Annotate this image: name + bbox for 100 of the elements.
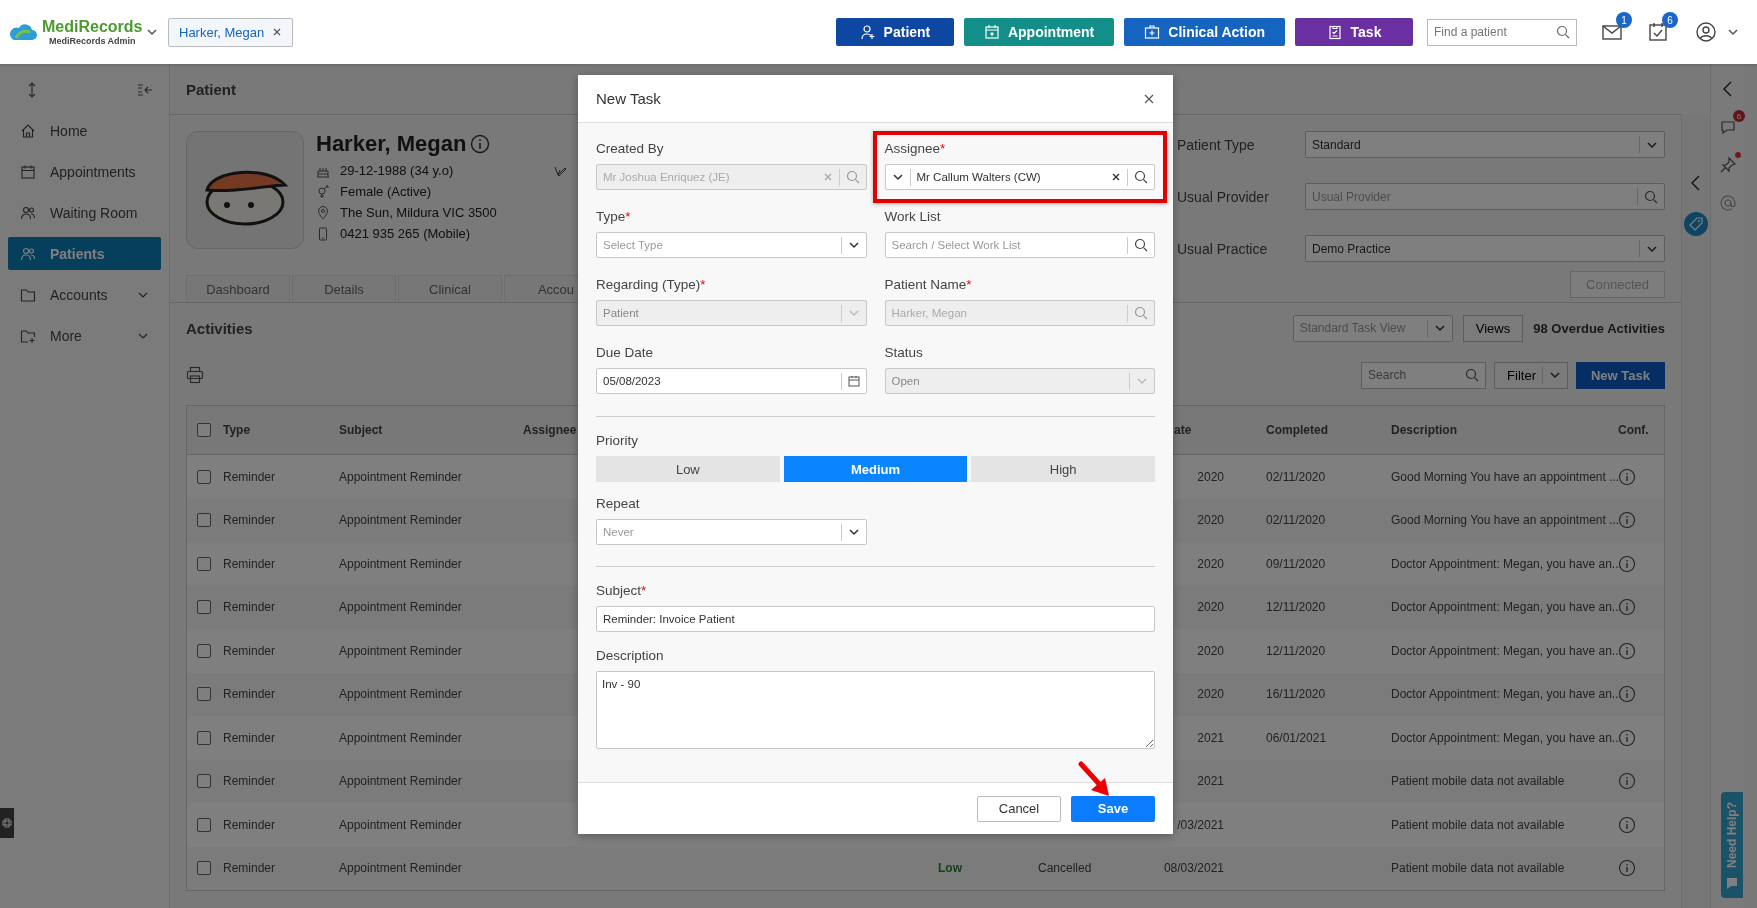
close-icon[interactable] [272,27,283,37]
info-icon[interactable] [1618,511,1636,530]
priority-option[interactable]: Medium [783,456,968,482]
brand-name[interactable]: MediRecords [42,18,143,36]
quick-action-button[interactable]: Patient [835,18,954,46]
table-cell-text: Appointment Reminder [338,861,463,876]
at-sign-icon[interactable] [1719,194,1737,212]
form-field[interactable]: 05/08/2023 [596,368,867,394]
close-icon[interactable] [1143,92,1155,105]
row-checkbox[interactable] [197,774,211,789]
patient-detail: The Sun, Mildura VIC 3500 [340,205,497,220]
calendar-icon [20,163,36,180]
quick-action-button[interactable]: Clinical Action [1124,18,1285,46]
description-input[interactable]: Inv - 90 [596,671,1155,749]
pin-icon[interactable] [1719,156,1737,174]
caret-icon[interactable] [1727,26,1739,38]
form-field[interactable]: Mr Callum Walters (CW) [884,164,1155,190]
table-cell-text: Reminder [222,643,277,658]
checkbox[interactable] [197,423,211,437]
column-header[interactable]: Description [1389,423,1616,437]
patient-search-field[interactable]: Find a patient [1427,18,1577,46]
sidebar-item[interactable]: Home [8,114,161,147]
form-field[interactable]: Search / Select Work List [884,232,1155,258]
table-cell-text: Appointment Reminder [338,600,463,615]
views-button[interactable]: Views [1462,314,1524,342]
table-cell: 2020 [1197,687,1224,702]
table-cell-text: Appointment Reminder [338,774,463,789]
tag-button[interactable] [1684,212,1708,236]
table-cell-text: Reminder [222,730,277,745]
collapse-sidebar-icon[interactable] [137,82,153,98]
sidebar-item[interactable]: Appointments [8,155,161,188]
row-checkbox[interactable] [197,513,211,528]
task-list-icon[interactable] [1647,21,1669,43]
search-icon[interactable] [1134,170,1148,184]
table-cell: Patient mobile data not available [1391,774,1565,789]
chat-icon[interactable] [1719,118,1737,136]
side-widget[interactable] [0,808,14,838]
column-header[interactable]: Conf. [1616,423,1666,437]
row-checkbox[interactable] [197,600,211,615]
help-tab[interactable]: Need Help? [1721,792,1743,898]
activity-search-field[interactable]: Search [1361,361,1487,389]
table-cell: Doctor Appointment: Megan, you have an... [1391,643,1622,658]
quick-action-button[interactable]: Appointment [963,18,1115,46]
subject-input[interactable]: Reminder: Invoice Patient [596,606,1155,632]
chevron-down-icon[interactable] [847,526,860,538]
repeat-select[interactable]: Never [596,519,867,545]
table-cell: 09/11/2020 [1266,556,1326,571]
table-cell-text: Reminder [222,469,277,484]
column-header[interactable]: Subject [337,423,521,437]
info-icon[interactable] [1618,815,1636,834]
row-checkbox[interactable] [197,817,211,832]
dialog-button[interactable]: Cancel [977,795,1061,822]
patient-section-tab[interactable]: Dashboard [186,275,290,302]
sidebar-item[interactable]: Patients [8,237,161,270]
info-icon[interactable] [1618,859,1636,878]
sidebar-item[interactable]: More [8,319,161,352]
column-header[interactable]: Type [221,423,337,437]
setting-label: Patient Type [1177,136,1256,153]
priority-option[interactable]: Low [596,456,780,482]
table-cell: 2020 [1197,643,1224,658]
calendar-icon[interactable] [847,375,860,387]
table-cell: 02/11/2020 [1266,513,1326,528]
patient-section-tab[interactable]: Clinical [398,275,502,302]
patient-tab[interactable]: Harker, Megan [168,17,294,47]
setting-field[interactable]: Standard [1305,131,1665,158]
info-icon[interactable] [470,134,491,154]
caret-icon[interactable] [146,26,159,38]
column-header[interactable]: Completed [1264,423,1389,437]
info-icon[interactable] [1618,467,1636,486]
message-count: 6 [1733,110,1745,122]
info-icon[interactable] [1618,772,1636,791]
row-checkbox[interactable] [197,469,211,484]
filter-button[interactable]: Filter [1494,361,1568,389]
field-label: Assignee* [884,141,947,156]
setting-field[interactable]: Demo Practice [1305,235,1665,262]
search-icon[interactable] [1134,238,1148,252]
sidebar-item[interactable]: Waiting Room [8,196,161,229]
patient-section-tab[interactable]: Details [292,275,396,302]
priority-option[interactable]: High [971,456,1155,482]
row-checkbox[interactable] [197,730,211,745]
table-cell: 2020 [1197,600,1224,615]
sidebar-item[interactable]: Accounts [8,278,161,311]
location-pin-icon [316,205,330,220]
chevron-down-icon[interactable] [847,239,860,251]
quick-action-button[interactable]: Task [1295,18,1413,46]
search-icon[interactable] [1556,24,1570,39]
patient-detail: 29-12-1988 (34 y.o) [340,163,454,178]
row-checkbox[interactable] [197,556,211,571]
row-checkbox[interactable] [197,687,211,702]
row-checkbox[interactable] [197,643,211,658]
table-cell: Cancelled [1038,861,1092,876]
form-field[interactable]: Select Type [596,232,867,258]
chevron-down-icon[interactable] [891,171,904,183]
user-avatar-icon[interactable] [1695,21,1717,43]
clear-icon[interactable] [1111,172,1121,182]
dialog-button[interactable]: Save [1071,795,1155,822]
table-cell: 2020 [1197,556,1224,571]
new-task-button[interactable]: New Task [1576,361,1665,389]
table-cell: 02/11/2020 [1266,469,1326,484]
row-checkbox[interactable] [197,861,211,876]
